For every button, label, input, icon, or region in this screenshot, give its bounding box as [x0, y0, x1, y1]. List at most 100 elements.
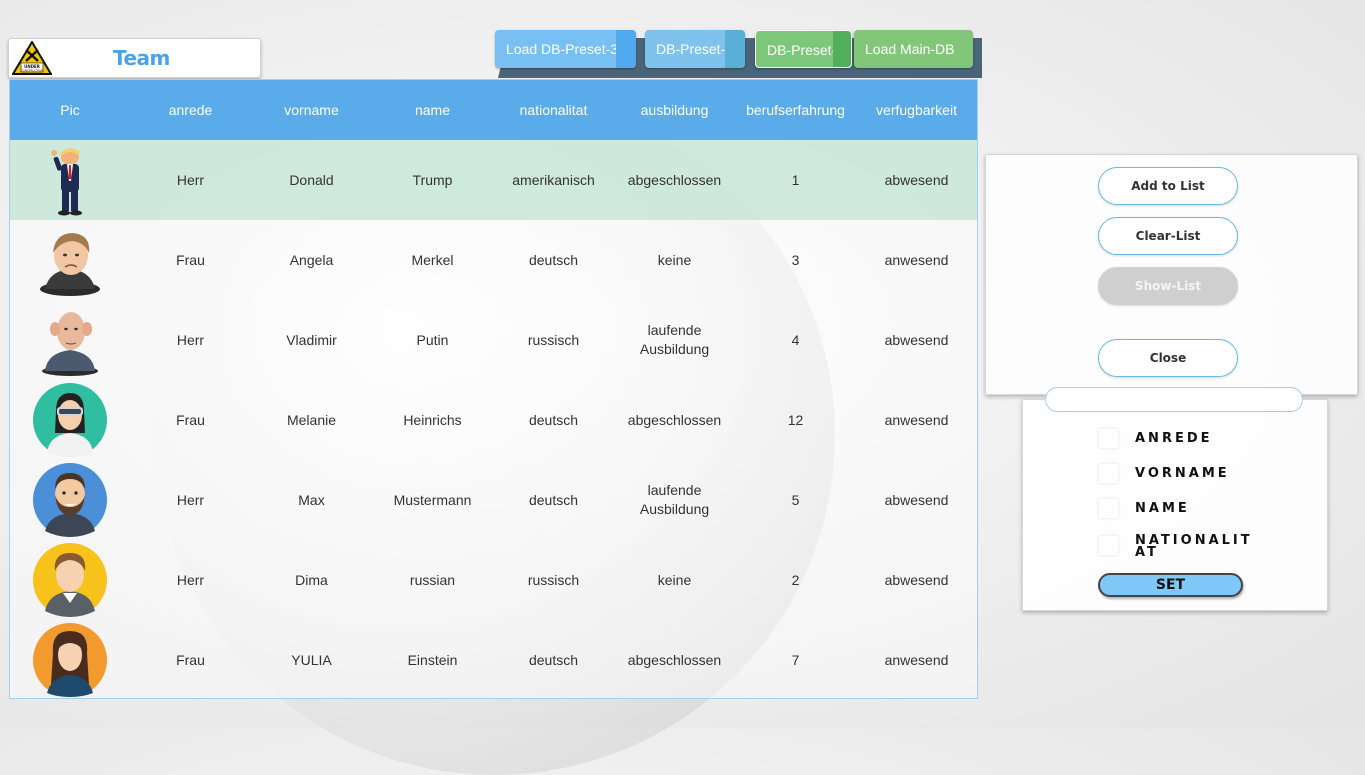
pic-cell — [10, 380, 130, 460]
cell-ausbildung: keine — [657, 571, 692, 588]
putin-caricature-icon — [42, 312, 98, 376]
cell-anrede: Herr — [176, 171, 205, 188]
team-header: UNDER CONSTRUCTION Team — [8, 38, 261, 78]
cell-verfugbarkeit: abwesend — [884, 331, 949, 348]
cell-anrede: Herr — [176, 491, 205, 508]
cell-nationalitat: deutsch — [528, 251, 579, 268]
cell-berufserfahrung: 5 — [791, 491, 800, 508]
field-option-label: VORNAME — [1135, 466, 1230, 481]
col-header-anrede[interactable]: anrede — [130, 80, 251, 140]
tab-load-db-preset-3[interactable]: Load DB-Preset-3 — [495, 30, 636, 68]
table-row[interactable]: Frau YULIA Einstein deutsch abgeschlosse… — [10, 620, 977, 698]
table-row[interactable]: Herr Max Mustermann deutsch laufende Aus… — [10, 460, 977, 540]
col-header-pic[interactable]: Pic — [10, 80, 130, 140]
set-button[interactable]: SET — [1098, 573, 1243, 597]
tab-load-main-db[interactable]: Load Main-DB — [854, 30, 973, 68]
cell-ausbildung: abgeschlossen — [627, 411, 722, 428]
pic-cell — [10, 460, 130, 540]
logo-text-line2: CONSTRUCTION — [21, 69, 44, 73]
table-header: Pic anrede vorname name nationalitat aus… — [10, 80, 977, 140]
cell-verfugbarkeit: anwesend — [884, 411, 949, 428]
cell-name: Mustermann — [393, 491, 472, 508]
cell-vorname: Vladimir — [286, 331, 337, 348]
tab-db-preset-1[interactable]: DB-Preset-1 — [755, 30, 852, 68]
cell-berufserfahrung: 3 — [791, 251, 800, 268]
cell-name: Einstein — [407, 651, 458, 668]
table-row[interactable]: Herr Donald Trump amerikanisch abgeschlo… — [10, 140, 977, 220]
anrede-checkbox[interactable] — [1099, 429, 1118, 448]
nationalitat-checkbox[interactable] — [1099, 536, 1118, 555]
cell-name: Merkel — [411, 251, 454, 268]
tab-db-preset-2[interactable]: DB-Preset-2 — [645, 30, 745, 68]
cell-nationalitat: deutsch — [528, 491, 579, 508]
cell-vorname: Melanie — [286, 411, 337, 428]
tab-label: Load DB-Preset-3 — [506, 41, 619, 57]
cell-verfugbarkeit: abwesend — [884, 491, 949, 508]
col-header-nationalitat[interactable]: nationalitat — [493, 80, 614, 140]
cell-nationalitat: russisch — [527, 331, 580, 348]
add-to-list-button[interactable]: Add to List — [1098, 167, 1238, 205]
under-construction-icon: UNDER CONSTRUCTION — [12, 41, 52, 75]
cell-nationalitat: deutsch — [528, 651, 579, 668]
cell-vorname: Dima — [295, 571, 328, 588]
cell-berufserfahrung: 2 — [791, 571, 800, 588]
col-header-verfugbarkeit[interactable]: verfugbarkeit — [856, 80, 977, 140]
tab-stripe — [616, 30, 636, 68]
cell-verfugbarkeit: anwesend — [884, 651, 949, 668]
field-option-vorname[interactable]: VORNAME — [1099, 464, 1255, 483]
field-option-anrede[interactable]: ANREDE — [1099, 429, 1255, 448]
cell-ausbildung: keine — [657, 251, 692, 268]
cell-ausbildung: abgeschlossen — [627, 651, 722, 668]
cell-anrede: Herr — [176, 571, 205, 588]
col-header-berufserfahrung[interactable]: berufserfahrung — [735, 80, 856, 140]
cell-berufserfahrung: 7 — [791, 651, 800, 668]
trump-caricature-icon — [51, 148, 82, 216]
col-header-name[interactable]: name — [372, 80, 493, 140]
table-row[interactable]: Frau Angela Merkel deutsch keine 3 anwes… — [10, 220, 977, 300]
pic-cell — [10, 620, 130, 698]
col-header-vorname[interactable]: vorname — [251, 80, 372, 140]
close-button[interactable]: Close — [1098, 339, 1238, 377]
cell-nationalitat: deutsch — [528, 411, 579, 428]
cell-name: Trump — [412, 171, 453, 188]
cell-anrede: Frau — [176, 651, 205, 668]
cell-anrede: Herr — [176, 331, 205, 348]
tab-label: Load Main-DB — [865, 41, 955, 57]
woman-vr-headset-icon — [33, 383, 107, 457]
name-checkbox[interactable] — [1099, 499, 1118, 518]
pic-cell — [10, 220, 130, 300]
cell-vorname: Donald — [289, 171, 334, 188]
tab-stripe — [833, 31, 851, 67]
field-option-label: NATIONALITAT — [1135, 533, 1253, 560]
pic-cell — [10, 300, 130, 380]
show-list-button[interactable]: Show-List — [1098, 267, 1238, 305]
clear-list-button[interactable]: Clear-List — [1098, 217, 1238, 255]
table-row[interactable]: Herr Vladimir Putin russisch laufende Au… — [10, 300, 977, 380]
field-option-label: NAME — [1135, 501, 1190, 516]
field-option-label: ANREDE — [1135, 431, 1213, 446]
table-row[interactable]: Herr Dima russian russisch keine 2 abwes… — [10, 540, 977, 620]
cell-anrede: Frau — [176, 411, 205, 428]
bearded-man-icon — [33, 463, 107, 537]
cell-ausbildung: abgeschlossen — [627, 171, 722, 188]
cell-ausbildung: laufende Ausbildung — [639, 482, 710, 517]
man-hoodie-icon — [33, 543, 107, 617]
cell-vorname: Angela — [289, 251, 334, 268]
table-row[interactable]: Frau Melanie Heinrichs deutsch abgeschlo… — [10, 380, 977, 460]
cell-name: Putin — [416, 331, 449, 348]
tab-stripe — [725, 30, 745, 68]
field-option-name[interactable]: NAME — [1099, 499, 1255, 518]
list-panel: Add to List Clear-List Show-List Close — [985, 154, 1358, 395]
col-header-ausbildung[interactable]: ausbildung — [614, 80, 735, 140]
field-input[interactable] — [1045, 387, 1303, 412]
cell-nationalitat: russisch — [527, 571, 580, 588]
cell-verfugbarkeit: anwesend — [884, 251, 949, 268]
cell-verfugbarkeit: abwesend — [884, 171, 949, 188]
cell-name: Heinrichs — [403, 411, 462, 428]
field-option-nationalitat[interactable]: NATIONALITAT — [1099, 533, 1255, 560]
pic-cell — [10, 140, 130, 220]
merkel-caricature-icon — [40, 233, 100, 296]
cell-vorname: Max — [298, 491, 325, 508]
cell-berufserfahrung: 12 — [787, 411, 804, 428]
vorname-checkbox[interactable] — [1099, 464, 1118, 483]
